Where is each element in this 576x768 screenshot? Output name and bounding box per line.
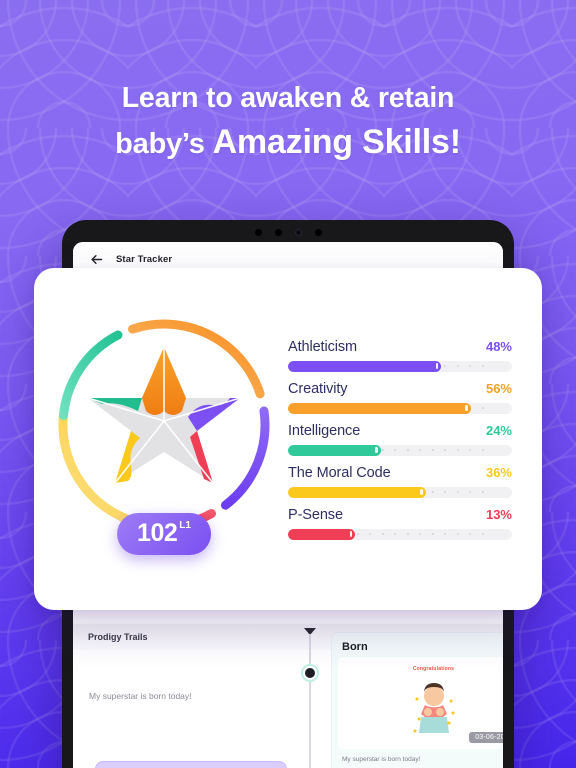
skill-header: Athleticism 48% xyxy=(288,339,512,355)
skill-label: The Moral Code xyxy=(288,464,391,481)
app-bar-title: Star Tracker xyxy=(116,253,173,265)
skill-percent: 48% xyxy=(485,338,512,354)
crawler-card-header: Crawler xyxy=(96,762,286,768)
skill-label: P-Sense xyxy=(288,506,343,523)
born-date-badge: 03-06-2022 xyxy=(469,732,503,743)
level-badge: 102 L1 xyxy=(117,513,211,555)
skill-percent: 36% xyxy=(485,464,512,480)
born-card-note: My superstar is born today! xyxy=(342,756,421,763)
skill-percent: 56% xyxy=(485,380,512,396)
skill-progress-fill xyxy=(288,360,442,372)
skill-progress-track xyxy=(288,444,512,456)
skill-row-the-moral-code[interactable]: The Moral Code 36% xyxy=(288,465,512,498)
crawler-card[interactable]: Crawler xyxy=(95,761,287,768)
skill-progress-fill xyxy=(288,486,426,498)
skill-label: Athleticism xyxy=(288,338,357,355)
headline-line-1: Learn to awaken & retain xyxy=(121,82,455,114)
skill-row-p-sense[interactable]: P-Sense 13% xyxy=(288,507,512,540)
born-card[interactable]: Born Congratulations 03-06-2 My supersta… xyxy=(331,632,503,768)
headline-line-2-soft: baby’s xyxy=(115,127,213,160)
back-arrow-icon[interactable] xyxy=(89,252,104,267)
baby-illustration-icon xyxy=(412,679,456,746)
skill-percent: 13% xyxy=(485,506,512,522)
skill-progress-fill xyxy=(288,528,356,540)
skill-progress-track xyxy=(288,402,512,414)
timeline-dot-born[interactable] xyxy=(303,666,317,680)
sensor-dot-icon xyxy=(254,229,262,236)
skill-label: Intelligence xyxy=(288,422,361,439)
prodigy-trails-title: Prodigy Trails xyxy=(88,632,148,642)
skill-row-athleticism[interactable]: Athleticism 48% xyxy=(288,339,512,372)
star-tracker-card: 102 L1 Athleticism 48% Creativity 56% In… xyxy=(34,268,542,610)
skill-row-creativity[interactable]: Creativity 56% xyxy=(288,381,512,414)
sensor-dot-icon xyxy=(274,229,282,236)
skill-progress-track xyxy=(288,528,512,540)
tablet-sensor-array xyxy=(62,229,514,236)
skill-progress-fill xyxy=(288,402,471,414)
skill-progress-track xyxy=(288,486,512,498)
congratulations-text: Congratulations xyxy=(412,666,455,672)
born-illustration: Congratulations 03-06-2 xyxy=(338,657,503,749)
skill-header: Intelligence 24% xyxy=(288,423,512,439)
level-value: L1 xyxy=(179,520,191,531)
skill-progress-fill xyxy=(288,444,381,456)
skill-row-intelligence[interactable]: Intelligence 24% xyxy=(288,423,512,456)
camera-lens-icon xyxy=(294,229,302,236)
skill-label: Creativity xyxy=(288,380,348,397)
left-timeline-note: My superstar is born today! xyxy=(89,691,192,701)
sensor-dot-icon xyxy=(314,229,322,236)
headline: Learn to awaken & retain baby’s Amazing … xyxy=(0,80,576,166)
promo-screenshot: Learn to awaken & retain baby’s Amazing … xyxy=(0,0,576,768)
born-card-title: Born xyxy=(342,641,368,653)
skill-percent: 24% xyxy=(485,422,512,438)
skill-header: P-Sense 13% xyxy=(288,507,512,523)
skills-list: Athleticism 48% Creativity 56% Intellige… xyxy=(288,339,516,540)
score-value: 102 xyxy=(137,519,178,547)
timeline-line xyxy=(309,634,311,768)
headline-line-2-emphasis: Amazing Skills! xyxy=(212,122,461,161)
skill-header: Creativity 56% xyxy=(288,381,512,397)
skill-header: The Moral Code 36% xyxy=(288,465,512,481)
headline-line-2: baby’s Amazing Skills! xyxy=(0,120,576,166)
star-score-visual: 102 L1 xyxy=(48,313,280,565)
skill-progress-track xyxy=(288,360,512,372)
